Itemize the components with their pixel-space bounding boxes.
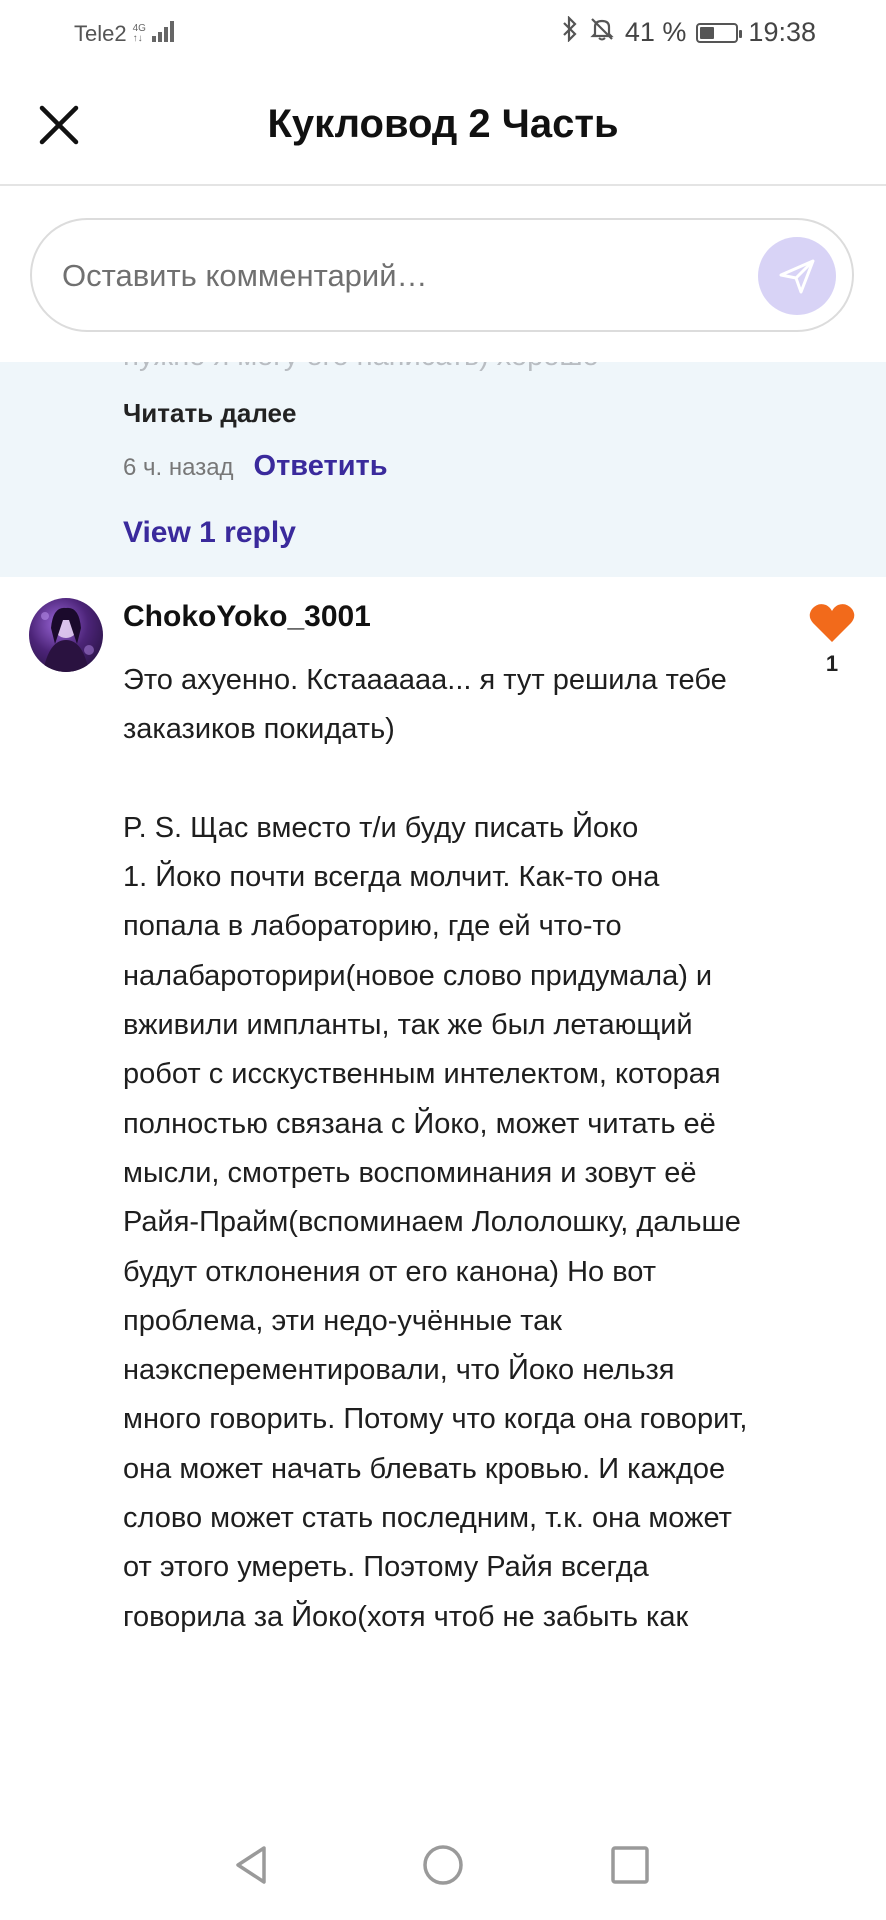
read-more-link[interactable]: Читать далее bbox=[123, 398, 296, 429]
home-icon bbox=[423, 1845, 463, 1885]
like-button[interactable]: 1 bbox=[804, 602, 860, 677]
bell-off-icon bbox=[589, 16, 615, 49]
recents-icon bbox=[611, 1846, 649, 1884]
network-type: 4G ↑↓ bbox=[132, 22, 146, 44]
network-activity: ↑↓ bbox=[132, 32, 143, 44]
page-title: Кукловод 2 Часть bbox=[267, 102, 619, 146]
status-right: 41 % 19:38 bbox=[561, 15, 816, 49]
home-button[interactable] bbox=[418, 1840, 468, 1890]
status-bar: Tele2 4G ↑↓ 41 % 19:38 bbox=[0, 0, 886, 66]
status-left: Tele2 4G ↑↓ bbox=[74, 18, 176, 49]
comment-author[interactable]: ChokoYoko_3001 bbox=[123, 600, 371, 634]
clock: 19:38 bbox=[748, 17, 816, 47]
comment-paragraph: P. S. Щас вместо т/и буду писать Йоко bbox=[123, 811, 639, 844]
previous-comment: нужно я могу его написать) хорошо Читать… bbox=[0, 362, 886, 577]
avatar-image bbox=[41, 607, 94, 672]
battery-percent: 41 % bbox=[624, 17, 687, 47]
battery-icon bbox=[696, 22, 743, 43]
comment-input[interactable] bbox=[60, 242, 724, 310]
like-count: 1 bbox=[825, 651, 839, 676]
comment-meta: 6 ч. назад Ответить bbox=[123, 450, 388, 483]
send-button[interactable] bbox=[758, 237, 836, 315]
battery-fill bbox=[700, 26, 715, 39]
page-header: Кукловод 2 Часть bbox=[0, 66, 886, 186]
back-button[interactable] bbox=[228, 1840, 278, 1890]
system-nav-bar bbox=[0, 1810, 886, 1920]
send-icon bbox=[779, 259, 815, 294]
comment-item: ChokoYoko_3001 1 Это ахуенно. Кстаааааа.… bbox=[0, 580, 886, 1810]
comment-paragraph: Это ахуенно. Кстаааааа... я тут решила т… bbox=[123, 664, 727, 746]
comment-body: Это ахуенно. Кстаааааа... я тут решила т… bbox=[123, 656, 748, 1642]
bluetooth-icon bbox=[561, 15, 579, 49]
avatar[interactable] bbox=[29, 598, 103, 672]
reply-button[interactable]: Ответить bbox=[254, 450, 388, 483]
comment-truncated-text: нужно я могу его написать) хорошо bbox=[123, 362, 599, 373]
signal-icon bbox=[151, 18, 176, 49]
comment-time: 6 ч. назад bbox=[123, 454, 234, 481]
comment-composer bbox=[30, 218, 854, 332]
heart-icon bbox=[809, 604, 855, 642]
back-icon bbox=[236, 1846, 266, 1884]
comment-paragraph: 1. Йоко почти всегда молчит. Как-то она … bbox=[123, 861, 748, 1633]
view-replies-link[interactable]: View 1 reply bbox=[123, 516, 296, 550]
recents-button[interactable] bbox=[605, 1840, 655, 1890]
network-type-label: 4G bbox=[132, 22, 146, 34]
carrier-label: Tele2 bbox=[74, 20, 127, 46]
